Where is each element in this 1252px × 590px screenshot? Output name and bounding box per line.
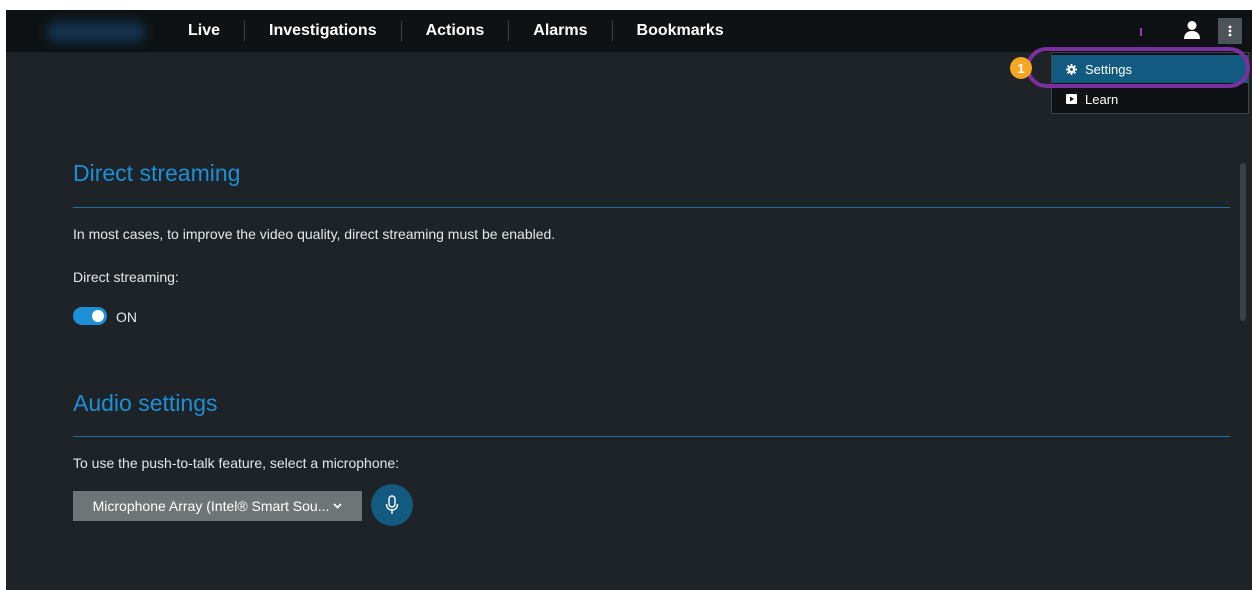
- status-indicator: [1140, 28, 1142, 36]
- nav-investigations[interactable]: Investigations: [245, 22, 401, 40]
- scrollbar-thumb[interactable]: [1240, 163, 1246, 321]
- gear-icon: [1066, 63, 1077, 75]
- section-divider: [73, 207, 1230, 208]
- nav-bookmarks[interactable]: Bookmarks: [613, 22, 748, 40]
- audio-settings-description: To use the push-to-talk feature, select …: [73, 455, 400, 471]
- nav-alarms[interactable]: Alarms: [509, 22, 611, 40]
- direct-streaming-label: Direct streaming:: [73, 269, 179, 285]
- toggle-state-label: ON: [116, 309, 137, 325]
- menu-item-settings[interactable]: Settings: [1052, 55, 1248, 83]
- logo: [46, 21, 146, 43]
- section-title-audio-settings: Audio settings: [73, 390, 218, 416]
- menu-item-learn-label: Learn: [1085, 91, 1119, 107]
- direct-streaming-toggle[interactable]: [73, 307, 107, 325]
- options-dropdown-menu: Settings Learn: [1051, 52, 1249, 114]
- toggle-knob: [92, 310, 104, 322]
- user-icon[interactable]: [1183, 20, 1201, 40]
- menu-item-settings-label: Settings: [1085, 61, 1132, 77]
- section-divider: [73, 436, 1230, 437]
- microphone-select[interactable]: Microphone Array (Intel® Smart Sou...: [73, 491, 362, 521]
- app-window: Live Investigations Actions Alarms Bookm…: [6, 10, 1252, 590]
- push-to-talk-button[interactable]: [371, 484, 413, 526]
- top-navigation-bar: Live Investigations Actions Alarms Bookm…: [6, 10, 1252, 52]
- more-options-button[interactable]: [1218, 18, 1242, 44]
- main-nav: Live Investigations Actions Alarms Bookm…: [164, 10, 748, 52]
- nav-live[interactable]: Live: [164, 22, 244, 40]
- section-title-direct-streaming: Direct streaming: [73, 160, 241, 186]
- annotation-step-badge: 1: [1010, 57, 1032, 79]
- nav-actions[interactable]: Actions: [402, 22, 509, 40]
- play-icon: [1066, 94, 1077, 104]
- chevron-down-icon: [333, 503, 343, 509]
- direct-streaming-description: In most cases, to improve the video qual…: [73, 226, 556, 242]
- microphone-icon: [385, 495, 399, 514]
- vertical-ellipsis-icon: [1228, 25, 1232, 37]
- menu-item-learn[interactable]: Learn: [1052, 85, 1248, 113]
- microphone-select-value: Microphone Array (Intel® Smart Sou...: [92, 498, 330, 514]
